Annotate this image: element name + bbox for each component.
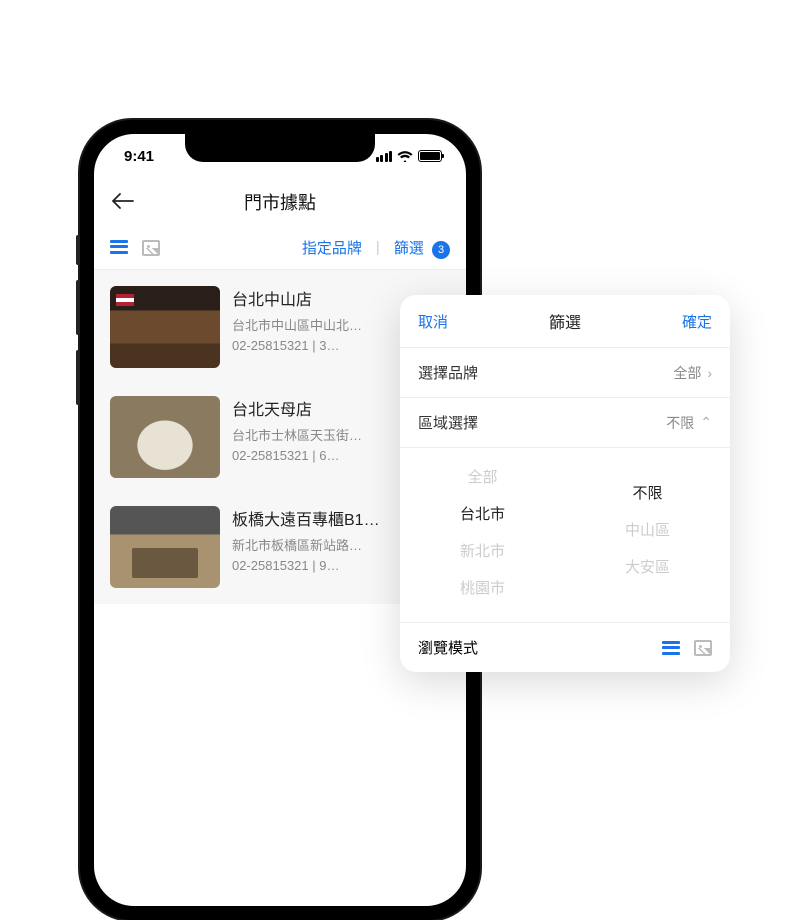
page-title: 門市據點 bbox=[244, 189, 316, 215]
area-row-value: 不限 bbox=[666, 413, 694, 433]
brand-row-value: 全部 bbox=[673, 363, 701, 383]
battery-icon bbox=[418, 150, 442, 162]
picker-option[interactable]: 大安區 bbox=[565, 548, 730, 585]
picker-option[interactable] bbox=[565, 458, 730, 474]
back-button[interactable] bbox=[112, 188, 134, 216]
map-view-icon[interactable] bbox=[142, 240, 160, 256]
picker-option[interactable]: 新北市 bbox=[400, 532, 565, 569]
list-view-icon[interactable] bbox=[110, 240, 128, 254]
brand-row-label: 選擇品牌 bbox=[418, 362, 478, 383]
view-toggle bbox=[110, 240, 160, 256]
store-address: 台北市士林區天玉街… bbox=[232, 426, 362, 446]
brand-filter-button[interactable]: 指定品牌 bbox=[302, 237, 362, 258]
area-picker[interactable]: 全部 台北市 新北市 桃園市 不限 中山區 大安區 bbox=[400, 447, 730, 622]
store-thumbnail bbox=[110, 286, 220, 368]
area-row-label: 區域選擇 bbox=[418, 412, 478, 433]
picker-option-selected[interactable]: 台北市 bbox=[400, 495, 565, 532]
store-name: 台北中山店 bbox=[232, 286, 362, 310]
filter-count-badge: 3 bbox=[432, 241, 450, 259]
store-name: 板橋大遠百專櫃B1… bbox=[232, 506, 380, 530]
status-time: 9:41 bbox=[124, 148, 154, 165]
browse-mode-row: 瀏覽模式 bbox=[400, 622, 730, 672]
separator: | bbox=[376, 239, 380, 256]
store-phone: 02-25815321 | 6… bbox=[232, 446, 362, 466]
panel-header: 取消 篩選 確定 bbox=[400, 295, 730, 347]
signal-icon bbox=[376, 151, 393, 162]
store-address: 新北市板橋區新站路… bbox=[232, 536, 380, 556]
store-phone: 02-25815321 | 9… bbox=[232, 556, 380, 576]
picker-option[interactable]: 全部 bbox=[400, 458, 565, 495]
store-phone: 02-25815321 | 3… bbox=[232, 336, 362, 356]
list-view-icon[interactable] bbox=[662, 641, 680, 655]
picker-city-column[interactable]: 全部 台北市 新北市 桃園市 bbox=[400, 458, 565, 606]
picker-option[interactable]: 中山區 bbox=[565, 511, 730, 548]
picker-option-selected[interactable]: 不限 bbox=[565, 474, 730, 511]
store-thumbnail bbox=[110, 396, 220, 478]
wifi-icon bbox=[397, 150, 413, 162]
chevron-up-icon: ⌃ bbox=[700, 414, 712, 431]
confirm-button[interactable]: 確定 bbox=[682, 311, 712, 332]
browse-mode-label: 瀏覽模式 bbox=[418, 637, 478, 658]
chevron-right-icon: › bbox=[707, 365, 712, 381]
store-name: 台北天母店 bbox=[232, 396, 362, 420]
panel-title: 篩選 bbox=[549, 309, 581, 333]
store-address: 台北市中山區中山北… bbox=[232, 316, 362, 336]
area-row[interactable]: 區域選擇 不限 ⌃ bbox=[400, 397, 730, 447]
map-view-icon[interactable] bbox=[694, 640, 712, 656]
picker-district-column[interactable]: 不限 中山區 大安區 bbox=[565, 458, 730, 606]
filter-button[interactable]: 篩選 3 bbox=[394, 237, 450, 259]
store-thumbnail bbox=[110, 506, 220, 588]
cancel-button[interactable]: 取消 bbox=[418, 311, 448, 332]
toolbar: 指定品牌 | 篩選 3 bbox=[94, 226, 466, 270]
filter-panel: 取消 篩選 確定 選擇品牌 全部 › 區域選擇 不限 ⌃ 全部 台北市 新北市 桃園… bbox=[400, 295, 730, 672]
brand-row[interactable]: 選擇品牌 全部 › bbox=[400, 347, 730, 397]
nav-bar: 門市據點 bbox=[94, 178, 466, 226]
filter-label: 篩選 bbox=[394, 240, 424, 257]
status-icons bbox=[376, 150, 443, 162]
picker-option[interactable]: 桃園市 bbox=[400, 569, 565, 606]
notch bbox=[185, 134, 375, 162]
